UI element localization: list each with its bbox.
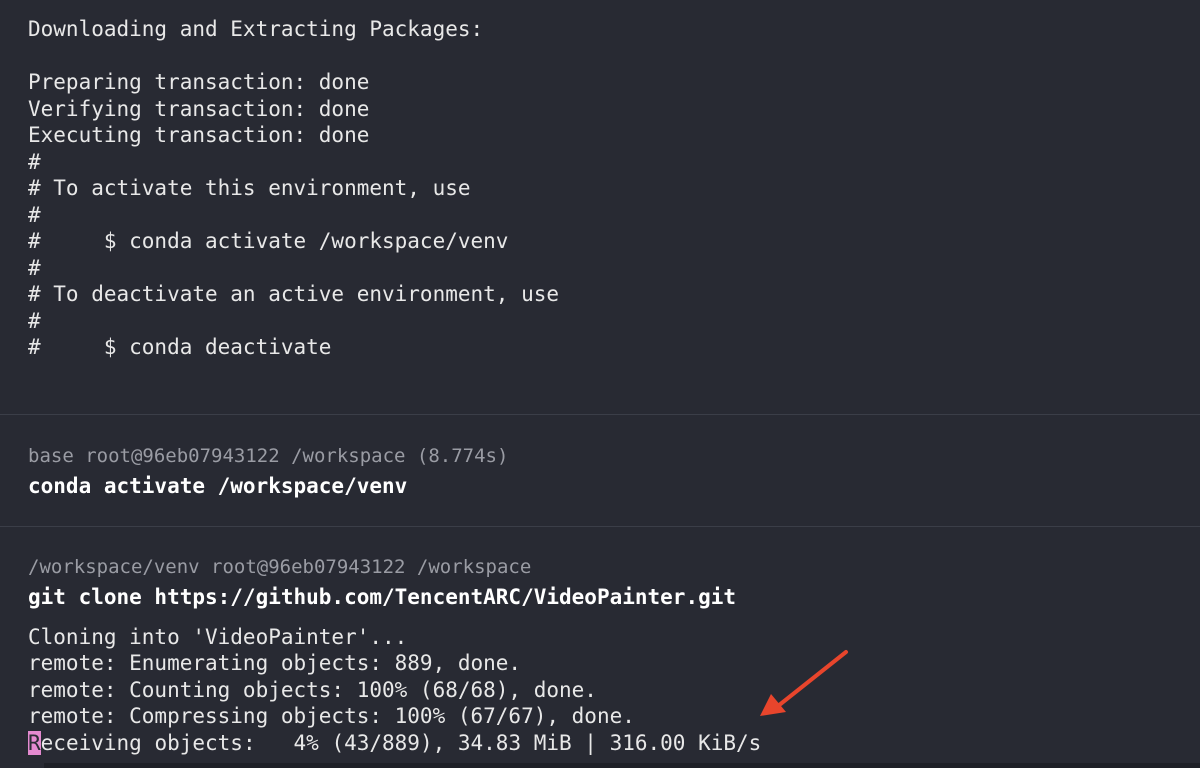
window-bottom-edge	[44, 763, 1200, 768]
terminal-window[interactable]: Downloading and Extracting Packages: Pre…	[0, 0, 1200, 768]
red-arrow-icon	[760, 650, 848, 716]
